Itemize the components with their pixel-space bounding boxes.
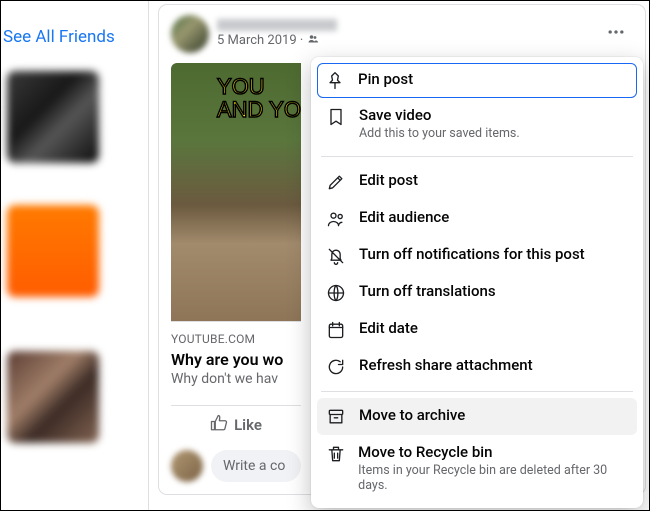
calendar-icon xyxy=(325,319,347,340)
menu-edit-audience[interactable]: Edit audience xyxy=(317,200,637,237)
see-all-friends-link[interactable]: See All Friends xyxy=(1,1,148,47)
globe-icon xyxy=(325,282,347,303)
like-button[interactable]: Like xyxy=(171,406,301,444)
menu-move-to-recycle-bin[interactable]: Move to Recycle bin Items in your Recycl… xyxy=(317,435,637,502)
menu-save-video[interactable]: Save video Add this to your saved items. xyxy=(317,98,637,150)
author-name[interactable] xyxy=(217,19,337,31)
self-avatar[interactable] xyxy=(171,450,203,482)
friends-sidebar: See All Friends xyxy=(1,1,149,510)
trash-icon xyxy=(325,443,346,464)
pencil-icon xyxy=(325,171,347,192)
menu-refresh-attachment[interactable]: Refresh share attachment xyxy=(317,348,637,385)
link-title: Why are you wo xyxy=(171,350,301,369)
menu-turn-off-translations[interactable]: Turn off translations xyxy=(317,274,637,311)
post-date: 5 March 2019 · xyxy=(217,33,337,49)
refresh-icon xyxy=(325,356,347,377)
post-actions: Like xyxy=(171,405,301,444)
link-subtitle: Why don't we hav xyxy=(171,371,301,387)
menu-divider xyxy=(321,391,633,392)
menu-edit-post[interactable]: Edit post xyxy=(317,163,637,200)
post-options-button[interactable] xyxy=(599,15,633,49)
link-preview[interactable]: YOUTUBE.COM Why are you wo Why don't we … xyxy=(171,321,301,395)
media-overlay-text: YOU AND YO xyxy=(217,75,301,121)
link-domain: YOUTUBE.COM xyxy=(171,332,301,346)
friend-thumbnail[interactable] xyxy=(7,71,99,163)
menu-turn-off-notifications[interactable]: Turn off notifications for this post xyxy=(317,237,637,274)
friend-thumbnail[interactable] xyxy=(7,351,99,443)
menu-edit-date[interactable]: Edit date xyxy=(317,311,637,348)
comment-composer: Write a co xyxy=(171,450,301,482)
menu-divider xyxy=(321,156,633,157)
comment-input[interactable]: Write a co xyxy=(211,450,301,482)
archive-icon xyxy=(325,406,347,427)
thumbs-up-icon xyxy=(210,414,228,436)
menu-pin-post[interactable]: Pin post xyxy=(317,63,637,98)
bell-off-icon xyxy=(325,245,347,266)
author-avatar[interactable] xyxy=(171,15,209,53)
post-header: 5 March 2019 · xyxy=(159,5,645,57)
audience-icon xyxy=(325,208,347,229)
like-label: Like xyxy=(234,416,262,434)
post-media-thumbnail[interactable]: YOU AND YO xyxy=(171,63,301,321)
bookmark-icon xyxy=(325,106,347,127)
audience-icon xyxy=(307,33,319,48)
pin-icon xyxy=(324,70,346,91)
menu-move-to-archive[interactable]: Move to archive xyxy=(317,398,637,435)
post-options-menu: Pin post Save video Add this to your sav… xyxy=(311,57,643,508)
friend-thumbnail[interactable] xyxy=(7,205,99,297)
